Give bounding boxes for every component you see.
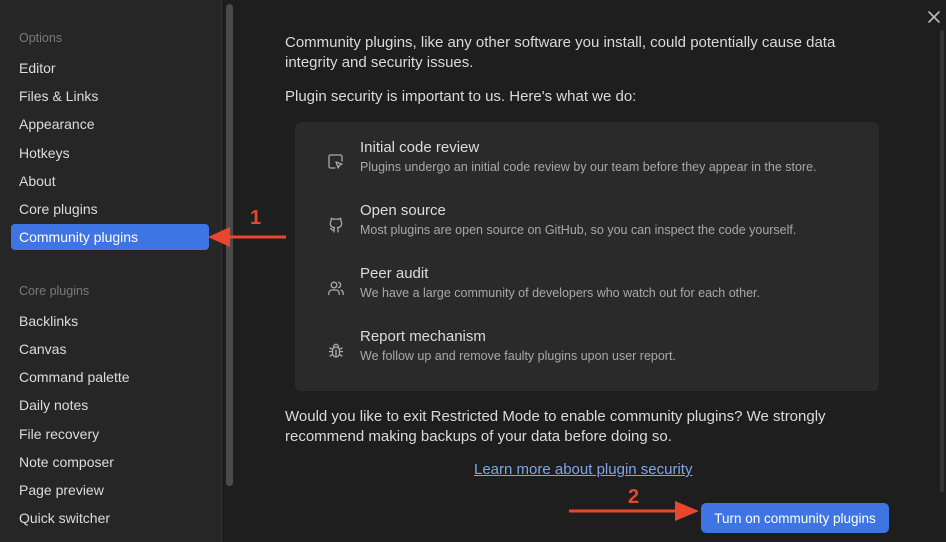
sidebar-item-editor[interactable]: Editor (11, 55, 209, 81)
feature-desc: We have a large community of developers … (360, 286, 760, 300)
users-icon (328, 281, 344, 296)
security-features-box: Initial code review Plugins undergo an i… (295, 122, 879, 391)
code-review-icon (328, 154, 343, 169)
annotation-step-1: 1 (250, 207, 262, 229)
intro-text: Community plugins, like any other softwa… (285, 34, 836, 71)
core-plugins-heading: Core plugins (19, 284, 90, 298)
sidebar-item-backlinks[interactable]: Backlinks (11, 308, 209, 334)
feature-open-source: Open source Most plugins are open source… (295, 202, 879, 252)
feature-title: Report mechanism (360, 328, 486, 345)
community-plugins-panel: Community plugins, like any other softwa… (237, 0, 946, 542)
feature-report-mechanism: Report mechanism We follow up and remove… (295, 328, 879, 378)
feature-desc: Most plugins are open source on GitHub, … (360, 223, 797, 237)
sidebar-item-canvas[interactable]: Canvas (11, 336, 209, 362)
feature-code-review: Initial code review Plugins undergo an i… (295, 139, 879, 189)
sidebar-item-core-plugins[interactable]: Core plugins (11, 196, 209, 222)
sidebar-item-page-preview[interactable]: Page preview (11, 477, 209, 503)
sidebar-item-hotkeys[interactable]: Hotkeys (11, 140, 209, 166)
sidebar-item-community-plugins[interactable]: Community plugins (11, 224, 209, 250)
feature-title: Open source (360, 202, 446, 219)
annotation-step-2: 2 (628, 486, 640, 508)
settings-sidebar: Options Editor Files & Links Appearance … (0, 0, 222, 542)
github-icon (329, 217, 343, 233)
feature-title: Peer audit (360, 265, 429, 282)
sidebar-item-quick-switcher[interactable]: Quick switcher (11, 505, 209, 531)
sidebar-item-daily-notes[interactable]: Daily notes (11, 392, 209, 418)
restricted-mode-question: Would you like to exit Restricted Mode t… (285, 408, 826, 445)
sidebar-item-file-recovery[interactable]: File recovery (11, 421, 209, 447)
sidebar-item-appearance[interactable]: Appearance (11, 111, 209, 137)
learn-more-link[interactable]: Learn more about plugin security (474, 461, 692, 478)
sidebar-item-files-links[interactable]: Files & Links (11, 83, 209, 109)
turn-on-community-plugins-button[interactable]: Turn on community plugins (701, 503, 889, 533)
close-icon[interactable] (925, 8, 943, 26)
feature-desc: We follow up and remove faulty plugins u… (360, 349, 676, 363)
main-scrollbar[interactable] (940, 30, 944, 492)
sidebar-item-command-palette[interactable]: Command palette (11, 364, 209, 390)
sidebar-item-note-composer[interactable]: Note composer (11, 449, 209, 475)
annotation-arrow-1 (208, 227, 286, 247)
sidebar-item-about[interactable]: About (11, 168, 209, 194)
feature-desc: Plugins undergo an initial code review b… (360, 160, 817, 174)
feature-peer-audit: Peer audit We have a large community of … (295, 265, 879, 315)
bug-icon (328, 343, 344, 358)
security-heading: Plugin security is important to us. Here… (285, 88, 637, 105)
feature-title: Initial code review (360, 139, 480, 156)
options-heading: Options (19, 31, 63, 45)
